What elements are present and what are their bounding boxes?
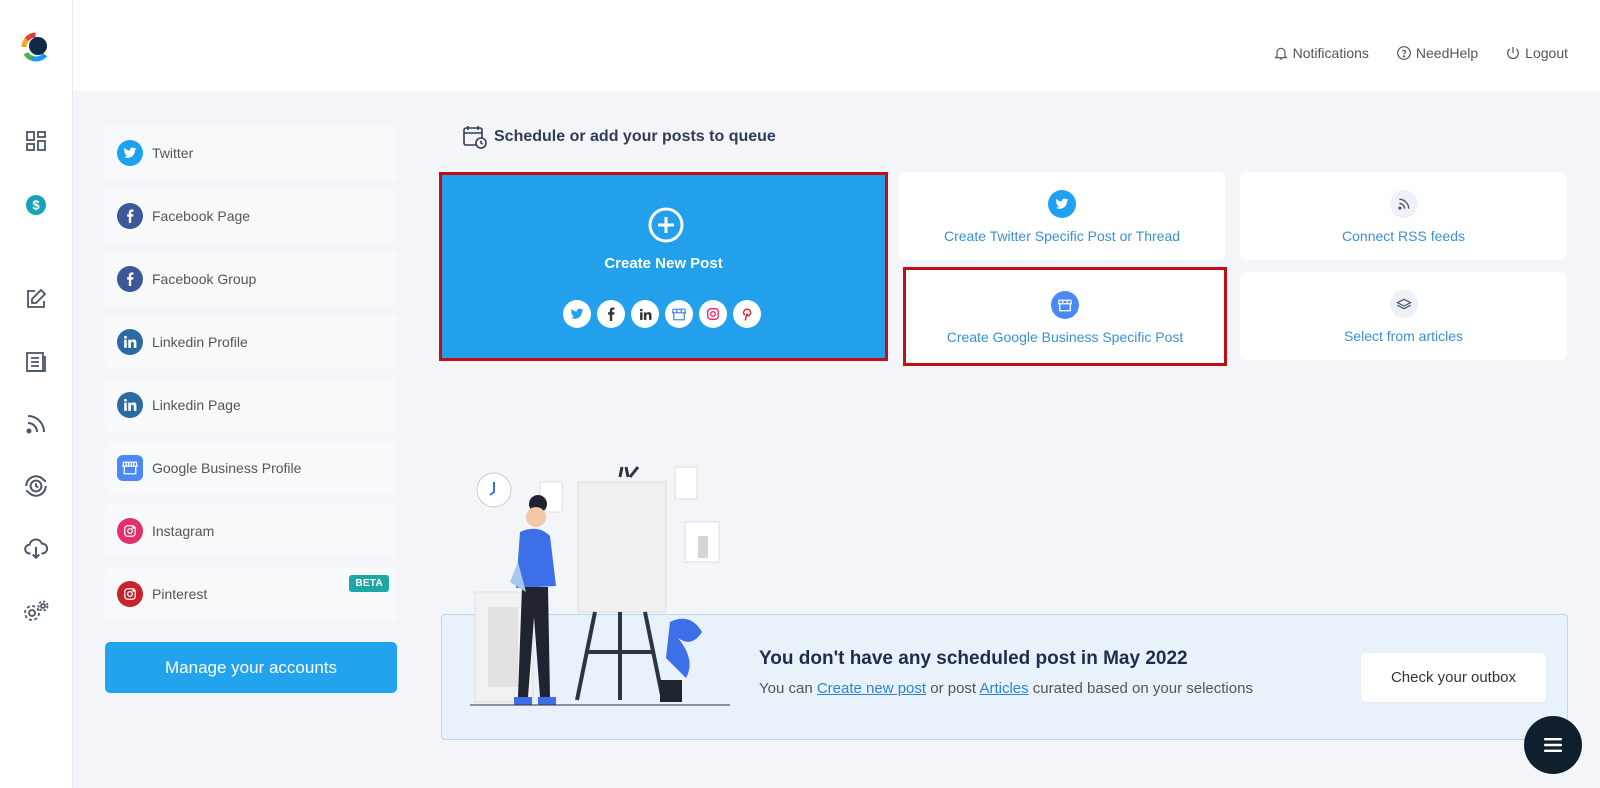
twitter-post-card[interactable]: Create Twitter Specific Post or Thread: [899, 172, 1225, 260]
empty-state-subtitle: You can Create new post or post Articles…: [759, 680, 1253, 697]
instagram-icon: [117, 518, 143, 544]
twitter-icon: [563, 300, 591, 328]
subtitle-text: curated based on your selections: [1028, 680, 1253, 697]
facebook-icon: [117, 266, 143, 292]
rss-icon[interactable]: [22, 410, 50, 438]
compose-icon[interactable]: [22, 285, 50, 313]
subtitle-text: You can: [759, 680, 817, 697]
settings-icon[interactable]: [22, 597, 50, 625]
account-item-linkedin-page[interactable]: Linkedin Page: [105, 378, 397, 432]
create-new-post-link[interactable]: Create new post: [817, 680, 926, 697]
menu-fab-button[interactable]: [1524, 716, 1582, 774]
schedule-heading: Schedule or add your posts to queue: [462, 124, 776, 150]
schedule-history-icon[interactable]: [22, 472, 50, 500]
billing-icon[interactable]: $: [22, 191, 50, 219]
create-new-post-card[interactable]: Create New Post: [439, 172, 888, 361]
notifications-link[interactable]: Notifications: [1273, 45, 1369, 61]
select-articles-label: Select from articles: [1343, 328, 1464, 344]
check-outbox-button[interactable]: Check your outbox: [1361, 653, 1546, 702]
google-business-icon: [117, 455, 143, 481]
power-icon: [1507, 47, 1520, 60]
account-item-linkedin-profile[interactable]: Linkedin Profile: [105, 315, 397, 369]
account-label: Instagram: [152, 523, 215, 539]
linkedin-icon: [631, 300, 659, 328]
account-label: Facebook Group: [152, 271, 257, 287]
rss-feeds-label: Connect RSS feeds: [1342, 228, 1465, 244]
google-business-post-card[interactable]: Create Google Business Specific Post: [903, 267, 1227, 366]
left-rail: $: [0, 0, 73, 788]
google-business-post-label: Create Google Business Specific Post: [946, 329, 1184, 345]
linkedin-icon: [117, 392, 143, 418]
account-label: Facebook Page: [152, 208, 251, 224]
account-item-pinterest[interactable]: Pinterest BETA: [105, 567, 397, 621]
account-item-facebook-page[interactable]: Facebook Page: [105, 189, 397, 243]
account-label: Google Business Profile: [152, 460, 302, 476]
twitter-icon: [117, 140, 143, 166]
pinterest-icon: [733, 300, 761, 328]
notifications-label: Notifications: [1292, 45, 1369, 61]
facebook-icon: [117, 203, 143, 229]
plus-circle-icon: [648, 207, 684, 243]
account-label: Pinterest: [152, 586, 208, 602]
svg-text:$: $: [32, 198, 40, 213]
articles-icon[interactable]: [22, 348, 50, 376]
top-bar: Notifications NeedHelp Logout: [73, 0, 1600, 91]
account-item-google-business[interactable]: Google Business Profile: [105, 441, 397, 495]
app-logo[interactable]: [19, 30, 53, 64]
help-icon: [1396, 46, 1411, 60]
account-label: Linkedin Profile: [152, 334, 248, 350]
manage-accounts-button[interactable]: Manage your accounts: [105, 642, 397, 693]
rss-icon: [1389, 190, 1418, 218]
twitter-icon: [1048, 190, 1076, 218]
calendar-clock-icon: [463, 126, 487, 149]
hamburger-icon: [1544, 738, 1562, 752]
logout-label: Logout: [1525, 45, 1568, 61]
account-item-instagram[interactable]: Instagram: [105, 504, 397, 558]
account-label: Linkedin Page: [152, 397, 241, 413]
beta-badge: BETA: [349, 575, 389, 592]
google-business-icon: [1051, 291, 1079, 319]
need-help-label: NeedHelp: [1415, 45, 1479, 61]
pinterest-icon: [117, 581, 143, 607]
articles-icon: [1389, 290, 1418, 318]
rss-feeds-card[interactable]: Connect RSS feeds: [1240, 172, 1567, 260]
account-label: Twitter: [152, 145, 194, 161]
schedule-title: Schedule or add your posts to queue: [494, 128, 776, 145]
select-articles-card[interactable]: Select from articles: [1240, 272, 1567, 360]
articles-link[interactable]: Articles: [979, 680, 1028, 697]
account-item-facebook-group[interactable]: Facebook Group: [105, 252, 397, 306]
subtitle-text: or post: [926, 680, 980, 697]
create-new-post-label: Create New Post: [604, 255, 723, 272]
account-item-twitter[interactable]: Twitter: [105, 126, 397, 180]
bell-icon: [1273, 47, 1288, 60]
facebook-icon: [597, 300, 625, 328]
logout-link[interactable]: Logout: [1505, 45, 1568, 61]
linkedin-icon: [117, 329, 143, 355]
artist-illustration: [470, 466, 730, 706]
cloud-download-icon[interactable]: [22, 534, 50, 562]
google-business-icon: [665, 300, 693, 328]
instagram-icon: [699, 300, 727, 328]
dashboard-icon[interactable]: [22, 127, 50, 155]
twitter-post-label: Create Twitter Specific Post or Thread: [943, 228, 1181, 244]
empty-state-title: You don't have any scheduled post in May…: [759, 648, 1188, 669]
need-help-link[interactable]: NeedHelp: [1396, 45, 1478, 61]
